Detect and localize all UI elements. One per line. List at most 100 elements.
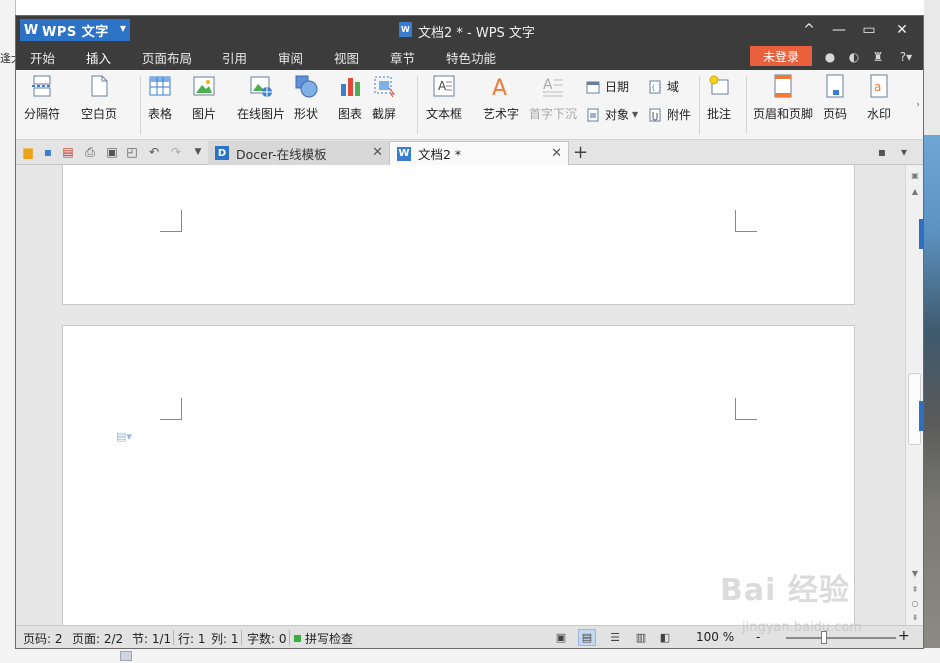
margin-corner-mark [160,210,182,232]
picture-button[interactable]: 图片 [192,74,216,122]
tab-references[interactable]: 引用 [222,48,247,68]
screenshot-label: 截屏 [372,107,397,121]
status-page-code[interactable]: 页码: 2 [23,630,63,647]
previous-page-icon[interactable]: ⇞ [909,583,921,595]
svg-text:A: A [543,77,553,93]
tab-home[interactable]: 开始 [30,48,55,68]
print-preview-icon[interactable]: ▣ [104,144,120,160]
desktop-taskbar-item[interactable] [120,651,132,661]
wps-app-menu-button[interactable]: W WPS 文字 ▼ [20,19,130,41]
watermark-button[interactable]: a 水印 [867,74,891,122]
status-separator [289,630,290,645]
zoom-in-button[interactable]: + [898,628,910,644]
page-1[interactable] [62,165,855,305]
screenshot-button[interactable]: 截屏 [372,74,396,122]
section-break-button[interactable]: 分隔符 [24,74,60,122]
zoom-level[interactable]: 100 % [696,630,734,644]
tab-chapter[interactable]: 章节 [390,48,415,68]
web-view-icon[interactable]: ▥ [632,629,650,646]
shapes-button[interactable]: 形状 [294,74,318,122]
watermark-icon: a [867,74,891,98]
open-folder-icon[interactable]: ▆ [20,144,36,160]
page-2[interactable]: ▤▾ [62,325,855,625]
desktop-wallpaper [924,135,940,655]
collapse-ribbon-button[interactable]: ^ [794,16,824,44]
shirt-icon[interactable]: ♜ [870,49,886,65]
maximize-button[interactable]: ▭ [854,16,884,44]
close-button[interactable]: ✕ [887,16,917,44]
shapes-icon [294,74,318,98]
tab-review[interactable]: 审阅 [278,48,303,68]
restore-pane-icon[interactable]: ▪ [874,144,890,160]
quick-access-dropdown-icon[interactable]: ▼ [190,144,206,160]
tab-page-layout[interactable]: 页面布局 [142,48,192,68]
save-icon[interactable]: ▪ [40,144,56,160]
tab-insert[interactable]: 插入 [81,48,116,73]
tab-document-2[interactable]: W 文档2 * ✕ [389,141,569,165]
scroll-down-icon[interactable]: ▼ [909,567,921,579]
tab-special-features[interactable]: 特色功能 [446,48,496,68]
next-page-icon[interactable]: ⇟ [909,611,921,623]
preview-icon[interactable]: ◰ [124,144,140,160]
skin-icon[interactable]: ● [822,49,838,65]
online-picture-button[interactable]: 在线图片 [237,74,285,122]
attachment-label: 附件 [667,108,692,122]
zoom-slider-handle[interactable] [821,631,827,644]
wordart-button[interactable]: A 艺术字 [483,74,519,122]
reading-mode-icon[interactable]: ◧ [656,629,674,646]
new-tab-button[interactable]: + [573,142,588,163]
status-column: 列: 1 [211,632,239,646]
menu-tab-bar: 开始 插入 页面布局 引用 审阅 视图 章节 特色功能 未登录 ● ◐ ♜ ? ▾ [16,44,923,73]
paragraph-layout-icon[interactable]: ▤▾ [116,430,132,444]
zoom-out-button[interactable]: - [756,630,760,644]
status-section[interactable]: 节: 1/1 [132,630,171,647]
document-canvas[interactable]: ▤▾ [16,165,905,625]
tab-docer-label: Docer-在线模板 [236,146,327,162]
object-button[interactable]: 对象 ▼ [586,106,638,123]
tab-list-icon[interactable]: ▾ [896,144,912,160]
split-view-icon[interactable]: ▣ [909,169,921,181]
blank-page-button[interactable]: 空白页 [81,74,117,122]
redo-icon[interactable]: ↷ [168,144,184,160]
fullscreen-view-icon[interactable]: ▣ [552,629,570,646]
spell-check-toggle[interactable]: 拼写检查 [294,630,353,647]
header-footer-icon [771,74,795,98]
help-button[interactable]: ? ▾ [895,49,917,65]
tab-docer-templates[interactable]: D Docer-在线模板 ✕ [208,141,389,165]
status-word-count[interactable]: 字数: 0 [247,630,287,647]
object-icon [586,108,600,122]
textbox-button[interactable]: A 文本框 [426,74,462,122]
comment-button[interactable]: 批注 [707,74,731,122]
status-pages[interactable]: 页面: 2/2 [72,630,123,647]
page-number-button[interactable]: 页码 [823,74,847,122]
scroll-up-icon[interactable]: ▲ [909,185,921,197]
ribbon-scroll-right-button[interactable]: › [913,70,923,139]
zoom-slider-track[interactable] [786,637,896,639]
table-button[interactable]: 表格 [148,74,172,122]
login-button[interactable]: 未登录 [750,46,812,66]
sync-icon[interactable]: ◐ [846,49,862,65]
header-footer-button[interactable]: 页眉和页脚 [753,74,813,122]
side-panel-toggle[interactable] [919,401,924,431]
close-icon[interactable]: ✕ [372,145,383,160]
date-label: 日期 [605,80,630,94]
tab-view[interactable]: 视图 [334,48,359,68]
date-button[interactable]: 日期 [586,78,629,95]
minimize-button[interactable]: — [824,16,854,44]
field-button[interactable]: { } 域 [648,78,679,95]
chart-button[interactable]: 图表 [338,74,362,122]
wordart-label: 艺术字 [483,107,520,121]
ribbon-separator [417,76,418,134]
close-icon[interactable]: ✕ [551,146,562,161]
print-icon[interactable]: ⎙ [82,144,98,160]
attachment-button[interactable]: 附件 [648,106,691,123]
undo-icon[interactable]: ↶ [146,144,162,160]
drop-cap-button[interactable]: A 首字下沉 [529,74,577,122]
tab-document-2-label: 文档2 * [418,147,462,162]
export-pdf-icon[interactable]: ▤ [60,144,76,160]
select-browse-object-icon[interactable]: ○ [909,597,921,609]
outline-view-icon[interactable]: ☰ [606,629,624,646]
page-view-icon[interactable]: ▤ [578,629,596,646]
side-panel-toggle[interactable] [919,219,924,249]
comment-icon [707,74,731,98]
